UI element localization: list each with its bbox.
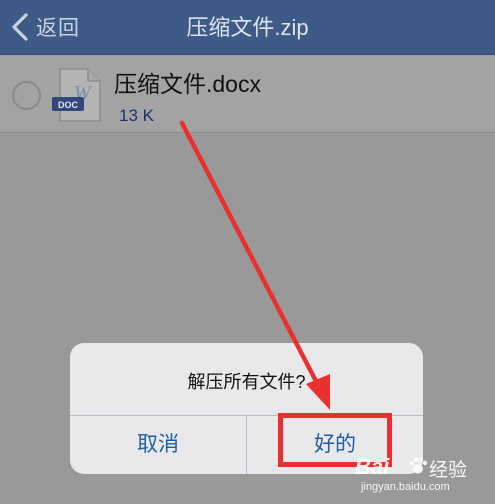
alert-message: 解压所有文件? <box>187 372 306 392</box>
watermark-url: jingyan.baidu.com <box>361 481 450 493</box>
page-title: 压缩文件.zip <box>186 15 309 40</box>
file-size: 13 K <box>119 106 154 125</box>
baidu-paw-icon <box>409 457 428 474</box>
file-list-item[interactable]: W DOC 压缩文件.docx 13 K <box>0 55 495 133</box>
cancel-button[interactable]: 取消 <box>70 416 246 474</box>
select-radio[interactable] <box>12 81 41 110</box>
screen: 返回 压缩文件.zip W DOC 压缩文件.docx 13 K 解压所有文件?… <box>0 0 495 504</box>
nav-bar: 返回 压缩文件.zip <box>0 0 495 55</box>
watermark-brand: Bai <box>355 454 390 479</box>
baidu-watermark: Bai 经验 jingyan.baidu.com <box>355 454 485 498</box>
file-name: 压缩文件.docx <box>114 71 261 97</box>
doc-badge: DOC <box>58 100 79 110</box>
watermark-brand-cn: 经验 <box>429 460 468 481</box>
word-document-icon: W DOC <box>52 68 101 122</box>
